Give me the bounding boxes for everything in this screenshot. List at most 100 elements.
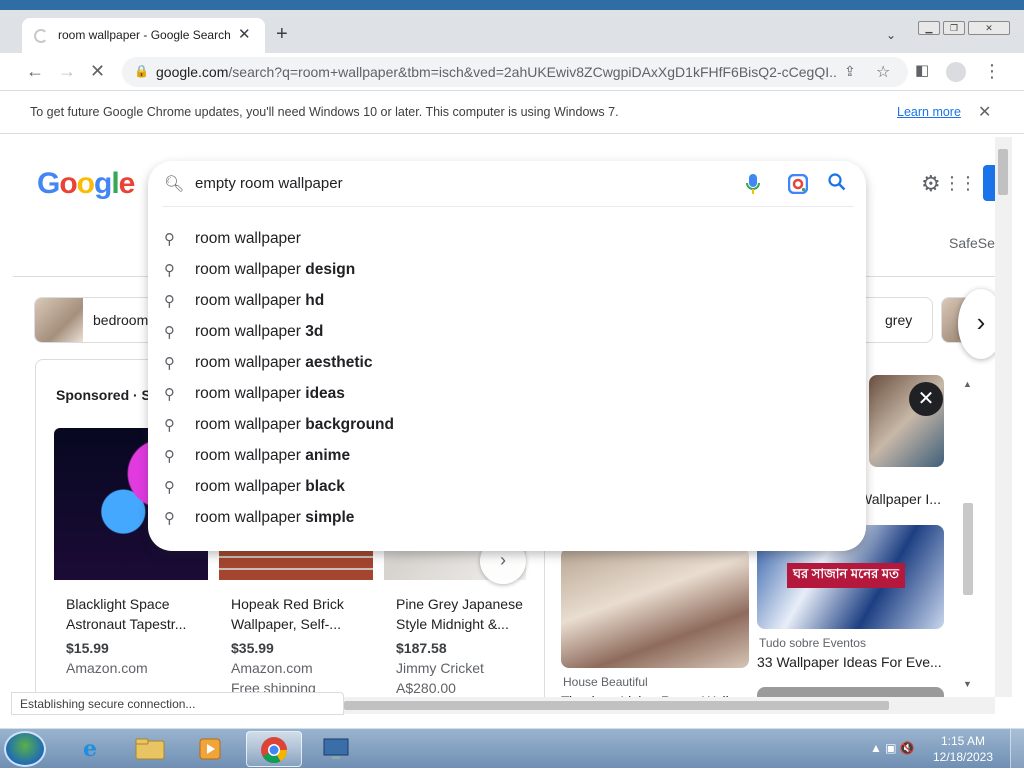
horizontal-scrollbar[interactable] [344,697,995,714]
start-button[interactable] [4,731,46,767]
logo-letter: g [94,167,112,200]
voice-search-mic-icon[interactable] [746,173,760,198]
search-submit-icon[interactable] [828,173,846,196]
suggestion-base: room wallpaper [195,230,301,247]
logo-letter: G [37,167,60,200]
suggestion-completion: ideas [305,385,345,402]
show-desktop-button[interactable] [1010,729,1024,769]
banner-text: ঘর সাজান মনের মত [787,563,905,588]
tab-search-icon[interactable]: ⌄ [886,28,896,42]
suggestion-item[interactable]: ⚲ room wallpaper design [148,255,866,286]
update-infobar: To get future Google Chrome updates, you… [0,92,1024,134]
suggestion-item[interactable]: ⚲ room wallpaper aesthetic [148,348,866,379]
chip-thumbnail [35,298,83,342]
suggestion-text: room wallpaper black [195,478,345,496]
tab-close-icon[interactable]: ✕ [238,25,251,43]
suggestion-item[interactable]: ⚲ room wallpaper ideas [148,379,866,410]
infobar-message: To get future Google Chrome updates, you… [30,105,619,119]
settings-gear-icon[interactable]: ⚙ [921,171,941,197]
google-logo[interactable]: Google [37,167,135,201]
suggestion-text: room wallpaper anime [195,447,350,465]
close-preview-icon[interactable]: ✕ [909,382,943,416]
suggestion-base: room wallpaper [195,292,306,309]
suggestion-completion: hd [305,292,325,309]
suggestion-text: room wallpaper design [195,261,355,279]
suggestion-item[interactable]: ⚲ room wallpaper simple [148,503,866,534]
page-vertical-scrollbar[interactable] [995,137,1012,697]
logo-letter: l [111,167,119,200]
image-result[interactable] [561,548,749,668]
file-explorer-icon[interactable] [122,731,178,767]
chrome-taskbar-icon[interactable] [246,731,302,767]
image-result[interactable] [757,687,944,697]
address-bar[interactable]: 🔒 google.com/search?q=room+wallpaper&tbm… [122,57,908,87]
product-name: Hopeak Red Brick Wallpaper, Self-... [231,596,344,632]
chips-next-arrow-icon[interactable]: › [958,289,995,359]
browser-tab[interactable]: room wallpaper - Google Search ✕ [22,18,265,53]
status-bubble: Establishing secure connection... [11,692,344,715]
menu-kebab-icon[interactable]: ⋮ [983,61,1001,81]
internet-explorer-icon[interactable]: e [62,731,118,767]
windows-taskbar: e ▲ ▣ 🔇 1:15 AM 12/18/2023 [0,728,1024,769]
profile-avatar-icon[interactable] [946,62,966,82]
scrollbar-thumb[interactable] [344,701,889,710]
product-name: Blacklight Space Astronaut Tapestr... [66,596,187,632]
suggestion-item[interactable]: ⚲ room wallpaper anime [148,441,866,472]
browser-titlebar: room wallpaper - Google Search ✕ + ⌄ ▁ ❐… [0,0,1024,53]
suggestion-item[interactable]: ⚲ room wallpaper black [148,472,866,503]
google-lens-icon[interactable] [787,173,809,197]
close-window-button[interactable]: ✕ [968,21,1010,35]
result-title[interactable]: 33 Wallpaper Ideas For Eve... [757,654,942,670]
result-source: Tudo sobre Eventos [759,636,866,650]
taskbar-clock[interactable]: 1:15 AM 12/18/2023 [932,733,994,765]
media-player-icon[interactable] [182,731,238,767]
suggestion-item[interactable]: ⚲ room wallpaper [148,224,866,255]
url-path: /search?q=room+wallpaper&tbm=isch&ved=2a… [228,64,836,80]
suggestion-base: room wallpaper [195,261,306,278]
product-store: Amazon.com [66,660,148,676]
suggestion-base: room wallpaper [195,478,306,495]
suggestion-item[interactable]: ⚲ room wallpaper hd [148,286,866,317]
chip-bedroom[interactable]: bedroom [34,297,164,343]
bookmark-star-icon[interactable]: ☆ [876,62,890,82]
search-suggestions-dropdown: 🔍︎ empty room wallpaper ⚲ room wallpaper … [148,161,866,551]
safesearch-label[interactable]: SafeSe [949,235,995,251]
forward-icon[interactable]: → [58,61,76,81]
share-icon[interactable]: ⇪ [844,63,856,80]
suggestion-item[interactable]: ⚲ room wallpaper 3d [148,317,866,348]
scrollbar-thumb[interactable] [998,149,1008,195]
suggestion-completion: background [305,416,394,433]
chip-label: bedroom [93,312,149,328]
learn-more-link[interactable]: Learn more [897,105,961,119]
side-panel-icon[interactable]: ◧ [915,61,929,81]
search-icon: ⚲ [164,448,175,465]
infobar-close-icon[interactable]: ✕ [978,102,991,122]
suggestion-completion: aesthetic [305,354,373,371]
suggestion-base: room wallpaper [195,385,306,402]
maximize-button[interactable]: ❐ [943,21,965,35]
sign-in-button[interactable] [983,165,995,201]
system-tray-icons[interactable]: ▲ ▣ 🔇 [870,741,915,755]
scroll-up-arrow-icon[interactable]: ▲ [963,379,972,389]
lock-icon[interactable]: 🔒 [134,64,149,78]
suggestion-item[interactable]: ⚲ room wallpaper background [148,410,866,441]
search-input[interactable]: empty room wallpaper [195,175,343,192]
suggestion-completion: anime [305,447,351,464]
remote-desktop-icon[interactable] [308,731,364,767]
scrollbar-thumb[interactable] [963,503,973,595]
result-title[interactable]: Wallpaper I... [859,491,941,507]
url-text[interactable]: google.com/search?q=room+wallpaper&tbm=i… [156,64,836,80]
suggestion-completion: simple [305,509,355,526]
search-icon: ⚲ [164,355,175,372]
product-original-price: A$280.00 [396,680,456,696]
stop-loading-icon[interactable]: ✕ [90,61,105,81]
results-scrollbar[interactable]: ▲ ▼ [960,373,976,693]
logo-letter: o [59,167,77,200]
scroll-down-arrow-icon[interactable]: ▼ [963,679,972,689]
new-tab-button[interactable]: + [276,24,288,44]
search-icon: ⚲ [164,262,175,279]
minimize-button[interactable]: ▁ [918,21,940,35]
suggestion-text: room wallpaper [195,230,301,248]
back-icon[interactable]: ← [26,61,44,81]
search-icon: ⚲ [164,324,175,341]
